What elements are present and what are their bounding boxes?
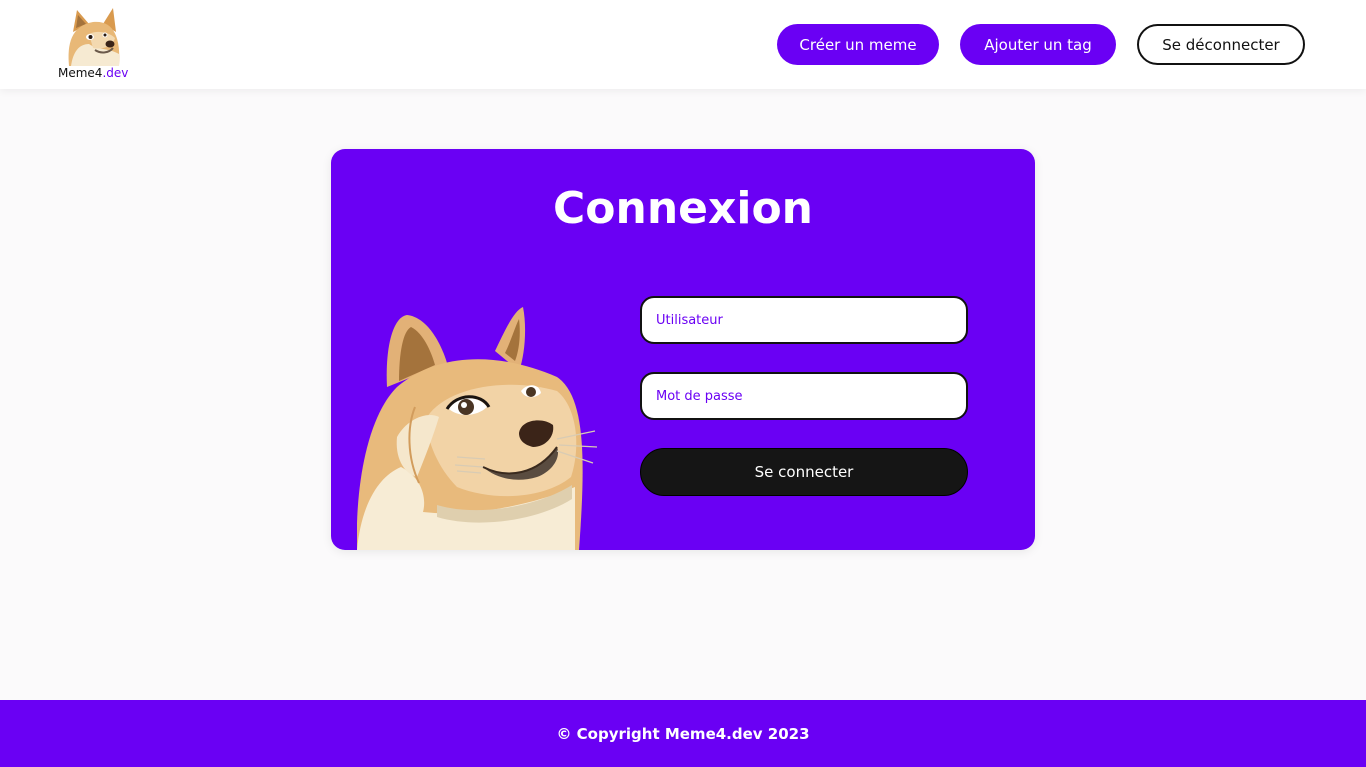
username-field[interactable] <box>640 296 968 344</box>
site-logo[interactable]: Meme4.dev <box>58 4 128 82</box>
doge-icon <box>357 307 598 550</box>
login-title: Connexion <box>552 183 814 234</box>
logo-text: Meme4.dev <box>58 66 129 80</box>
password-field[interactable] <box>640 372 968 420</box>
copyright-text: © Copyright Meme4.dev 2023 <box>556 724 810 743</box>
add-tag-button[interactable]: Ajouter un tag <box>960 24 1116 65</box>
login-button[interactable]: Se connecter <box>640 448 968 496</box>
login-card: Connexion Se connecter <box>331 149 1035 550</box>
footer: © Copyright Meme4.dev 2023 <box>0 700 1366 767</box>
doge-icon <box>68 8 120 66</box>
logout-button[interactable]: Se déconnecter <box>1137 24 1305 65</box>
create-meme-button[interactable]: Créer un meme <box>777 24 939 65</box>
top-navbar: Meme4.dev Créer un meme Ajouter un tag S… <box>0 0 1366 89</box>
